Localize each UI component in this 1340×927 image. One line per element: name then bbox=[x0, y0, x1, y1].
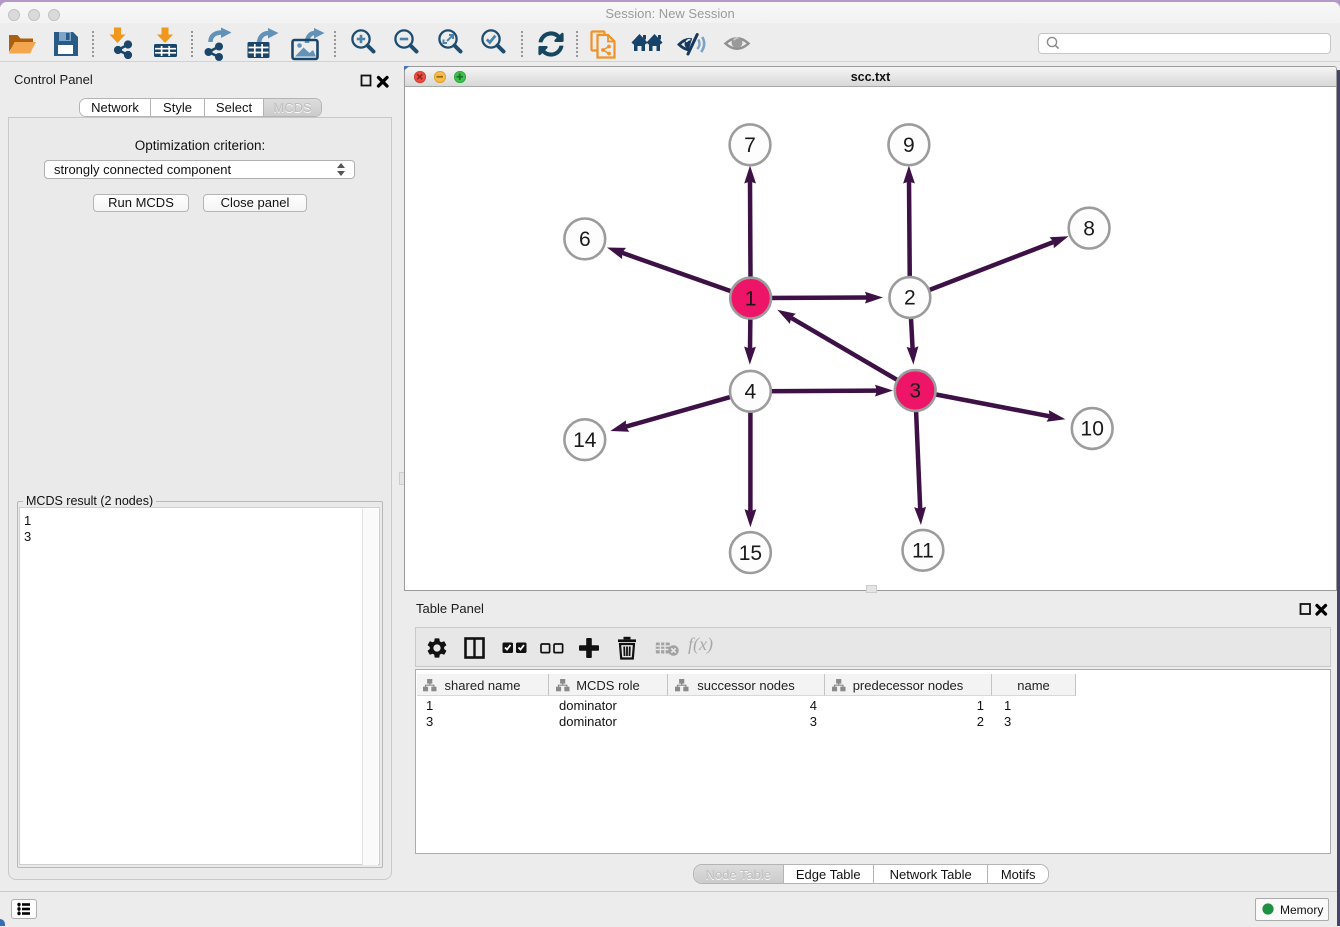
svg-text:11: 11 bbox=[912, 540, 934, 563]
svg-text:8: 8 bbox=[1083, 217, 1095, 240]
svg-text:10: 10 bbox=[1081, 418, 1104, 441]
svg-text:3: 3 bbox=[909, 380, 921, 403]
svg-text:9: 9 bbox=[903, 134, 915, 157]
svg-text:14: 14 bbox=[573, 429, 597, 452]
svg-text:1: 1 bbox=[745, 287, 757, 310]
svg-text:7: 7 bbox=[744, 134, 756, 157]
svg-text:2: 2 bbox=[904, 287, 916, 310]
svg-text:6: 6 bbox=[579, 228, 591, 251]
svg-text:4: 4 bbox=[745, 381, 757, 404]
svg-text:15: 15 bbox=[739, 542, 762, 565]
